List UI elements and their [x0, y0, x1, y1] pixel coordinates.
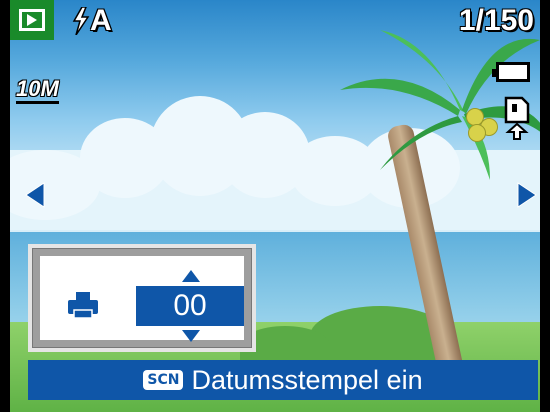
status-bar: SCN Datumsstempel ein — [28, 360, 538, 400]
printer-icon — [68, 292, 98, 318]
camera-lcd-screen: A 1/150 10M 00 SCN Datumsstempel ein — [10, 0, 540, 412]
flash-label: A — [90, 4, 112, 37]
battery-icon — [492, 62, 530, 82]
print-copies-panel: 00 — [28, 244, 256, 352]
copies-value[interactable]: 00 — [136, 286, 244, 326]
triangle-up-icon[interactable] — [182, 270, 200, 282]
coconut — [468, 124, 486, 142]
scn-badge: SCN — [143, 370, 184, 390]
print-panel-inner: 00 — [40, 256, 244, 342]
playback-icon — [19, 9, 45, 31]
resolution-indicator: 10M — [16, 78, 59, 104]
playback-mode-indicator — [10, 0, 54, 40]
flash-mode-indicator: A — [72, 4, 112, 38]
image-counter: 1/150 — [458, 4, 534, 37]
triangle-down-icon[interactable] — [182, 330, 200, 342]
arrow-left-icon[interactable] — [24, 182, 46, 208]
arrow-right-icon[interactable] — [516, 182, 538, 208]
status-text: Datumsstempel ein — [191, 364, 423, 395]
memory-card-icon — [504, 96, 530, 140]
flash-auto-icon — [72, 7, 90, 35]
